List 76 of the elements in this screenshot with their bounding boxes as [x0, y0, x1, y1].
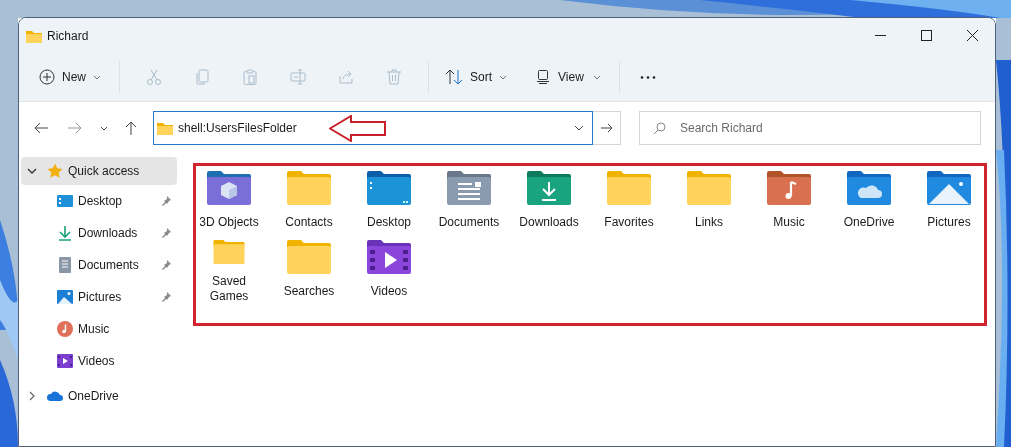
folder-item[interactable]: Pictures [916, 166, 982, 235]
sidebar-item[interactable]: Pictures [19, 281, 179, 313]
sidebar-item[interactable]: Desktop [19, 185, 179, 217]
chevron-down-icon [27, 166, 37, 176]
folder-item[interactable]: Documents [436, 166, 502, 235]
minimize-icon [874, 35, 886, 36]
video-icon [57, 353, 73, 369]
folder-icon [607, 171, 651, 205]
folder-icon [26, 28, 42, 43]
document-icon [57, 257, 73, 273]
address-text: shell:UsersFilesFolder [178, 120, 297, 137]
folder-item[interactable]: 3D Objects [196, 166, 262, 235]
sidebar-item[interactable]: Quick access [21, 157, 177, 185]
download-icon [57, 225, 73, 241]
picture-icon [57, 289, 73, 305]
sidebar-item[interactable]: Videos [19, 345, 179, 377]
cube-folder-icon [207, 171, 251, 205]
scissors-icon [146, 69, 162, 85]
arrow-annotation [329, 115, 386, 142]
chevron-down-icon [574, 125, 584, 131]
go-button[interactable] [593, 111, 621, 145]
sidebar-item[interactable]: Music [19, 313, 179, 345]
cloud-folder-icon [847, 171, 891, 205]
arrow-right-icon [68, 122, 82, 134]
sidebar-item[interactable]: OneDrive [21, 382, 177, 410]
chevron-right-icon [27, 391, 37, 401]
chevron-down-icon [100, 125, 108, 131]
arrow-left-icon [34, 122, 48, 134]
chevron-down-icon [93, 74, 101, 80]
chevron-down-icon [499, 74, 508, 80]
folder-icon [287, 240, 331, 274]
share-icon [338, 69, 354, 85]
sidebar-item[interactable]: Downloads [19, 217, 179, 249]
rename-icon [290, 69, 306, 85]
sort-icon [445, 69, 463, 85]
folder-item[interactable]: Favorites [596, 166, 662, 235]
plus-icon [39, 69, 55, 85]
sidebar-item[interactable]: Documents [19, 249, 179, 281]
copy-icon [194, 69, 210, 85]
close-icon [966, 30, 978, 41]
folder-item[interactable]: Desktop [356, 166, 422, 235]
folder-item[interactable]: Videos [356, 235, 422, 304]
search-field[interactable]: Search Richard [639, 111, 981, 145]
arrow-up-icon [125, 121, 137, 135]
monitor-icon [537, 70, 550, 84]
trash-icon [386, 69, 402, 85]
new-button[interactable]: New [31, 60, 109, 94]
view-button[interactable]: View [529, 60, 609, 94]
folder-item[interactable]: Saved Games [196, 235, 262, 304]
folder-item[interactable]: Contacts [276, 166, 342, 235]
picture-folder-icon [927, 171, 971, 205]
search-icon [653, 122, 666, 135]
document-folder-icon [447, 171, 491, 205]
arrow-right-icon [600, 123, 613, 133]
folder-icon [157, 121, 173, 135]
maximize-icon [920, 30, 932, 41]
desktop-icon [57, 193, 73, 209]
folder-icon [687, 171, 731, 205]
music-folder-icon [767, 171, 811, 205]
video-folder-icon [367, 240, 411, 274]
folder-item[interactable]: Music [756, 166, 822, 235]
sort-button[interactable]: Sort [439, 60, 514, 94]
star-icon [47, 163, 63, 179]
more-icon [639, 75, 656, 79]
music-icon [57, 321, 73, 337]
download-folder-icon [527, 171, 571, 205]
folder-item[interactable]: Links [676, 166, 742, 235]
address-bar[interactable]: shell:UsersFilesFolder [153, 111, 593, 145]
chevron-down-icon [592, 74, 601, 80]
clipboard-icon [242, 69, 258, 85]
folder-item[interactable]: Searches [276, 235, 342, 304]
folder-icon [367, 171, 411, 205]
folder-item[interactable]: OneDrive [836, 166, 902, 235]
folder-icon [287, 171, 331, 205]
folder-item[interactable]: Downloads [516, 166, 582, 235]
window-title: Richard [47, 27, 89, 45]
